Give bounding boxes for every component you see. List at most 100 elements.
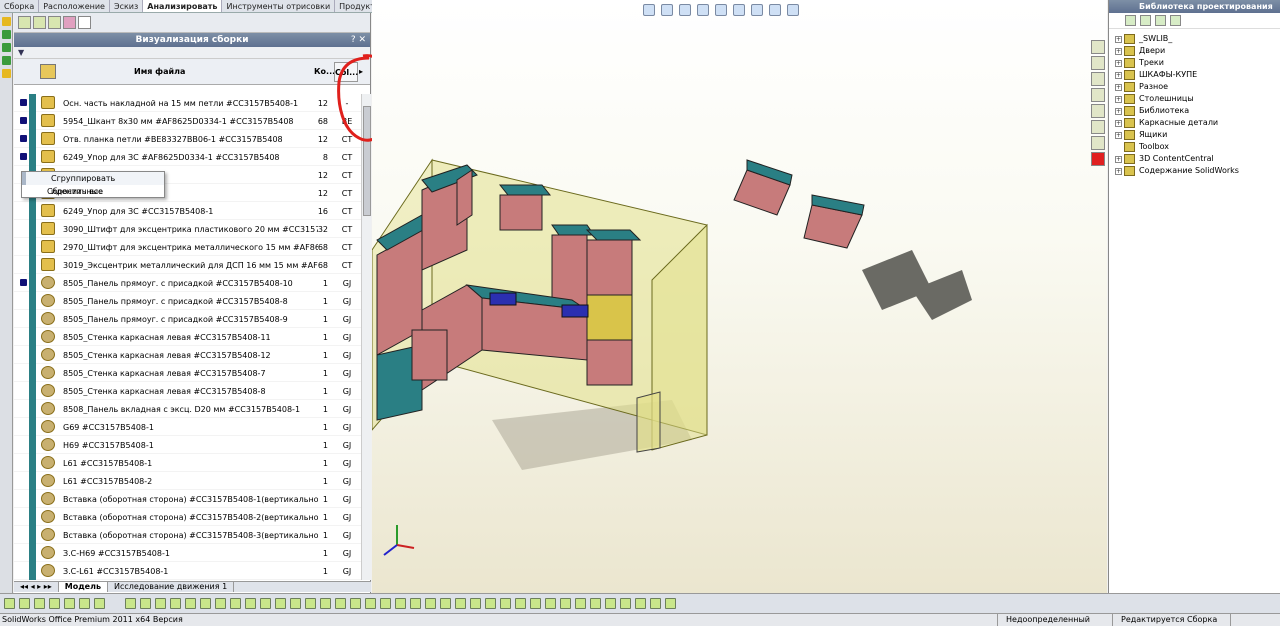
library-tree-item[interactable]: + _SWLIB_: [1109, 33, 1280, 45]
appearance-icon[interactable]: [769, 4, 781, 16]
command-icon[interactable]: [290, 598, 301, 609]
table-row[interactable]: 3019_Эксцентрик металлический для ДСП 16…: [14, 256, 361, 274]
visualization-icon[interactable]: [78, 16, 91, 29]
zoom-to-fit-icon[interactable]: [643, 4, 655, 16]
menu-item-group-identical[interactable]: Сгруппировать идентичные: [22, 172, 164, 196]
display-icon[interactable]: [63, 16, 76, 29]
command-icon[interactable]: [275, 598, 286, 609]
command-icon[interactable]: [590, 598, 601, 609]
library-tree-item[interactable]: + Двери: [1109, 45, 1280, 57]
table-row[interactable]: 2970_Штифт для эксцентрика металлическог…: [14, 238, 361, 256]
library-tree-item[interactable]: +3D ContentCentral: [1109, 153, 1280, 165]
command-icon[interactable]: [440, 598, 451, 609]
config-icon[interactable]: [48, 16, 61, 29]
assembly-icon[interactable]: [40, 64, 56, 79]
command-icon[interactable]: [230, 598, 241, 609]
scene-icon[interactable]: [787, 4, 799, 16]
command-icon[interactable]: [305, 598, 316, 609]
command-icon[interactable]: [470, 598, 481, 609]
command-icon[interactable]: [64, 598, 75, 609]
command-icon[interactable]: [4, 598, 15, 609]
library-icon[interactable]: [1091, 56, 1105, 70]
table-row[interactable]: L61 #CC3157B5408-2 1 GJ: [14, 472, 361, 490]
table-row[interactable]: 3090_Штифт для эксцентрика пластикового …: [14, 220, 361, 238]
table-row[interactable]: 8505_Стенка каркасная левая #CC3157B5408…: [14, 382, 361, 400]
expand-icon[interactable]: +: [1115, 156, 1122, 163]
expand-icon[interactable]: +: [1115, 120, 1122, 127]
command-icon[interactable]: [620, 598, 631, 609]
command-icon[interactable]: [395, 598, 406, 609]
library-tree-item[interactable]: + Ящики: [1109, 129, 1280, 141]
home-icon[interactable]: [1091, 40, 1105, 54]
command-icon[interactable]: [170, 598, 181, 609]
command-icon[interactable]: [155, 598, 166, 609]
command-icon[interactable]: [185, 598, 196, 609]
section-view-icon[interactable]: [697, 4, 709, 16]
command-icon[interactable]: [49, 598, 60, 609]
expand-icon[interactable]: +: [1115, 60, 1122, 67]
table-row[interactable]: Вставка (оборотная сторона) #CC3157B5408…: [14, 526, 361, 544]
status-help-icon[interactable]: [1230, 614, 1280, 626]
expand-icon[interactable]: +: [1115, 108, 1122, 115]
command-icon[interactable]: [605, 598, 616, 609]
command-icon[interactable]: [410, 598, 421, 609]
table-row[interactable]: 8505_Панель прямоуг. с присадкой #CC3157…: [14, 310, 361, 328]
tool-icon[interactable]: [2, 17, 11, 26]
table-row[interactable]: Вставка (оборотная сторона) #CC3157B5408…: [14, 508, 361, 526]
table-row[interactable]: 8505_Стенка каркасная левая #CC3157B5408…: [14, 346, 361, 364]
table-row[interactable]: З.С-L61 #CC3157B5408-1 1 GJ: [14, 562, 361, 580]
library-tree-item[interactable]: + Библиотека: [1109, 105, 1280, 117]
create-folder-icon[interactable]: [1140, 15, 1151, 26]
view-orientation-icon[interactable]: [715, 4, 727, 16]
command-icon[interactable]: [140, 598, 151, 609]
table-row[interactable]: Отв. планка петли #BE83327BB06-1 #CC3157…: [14, 130, 361, 148]
tool-icon[interactable]: [2, 56, 11, 65]
table-row[interactable]: 8505_Стенка каркасная левая #CC3157B5408…: [14, 364, 361, 382]
table-row[interactable]: 8505_Стенка каркасная левая #CC3157B5408…: [14, 328, 361, 346]
table-row[interactable]: 6249_Упор для ЗС #CC3157B5408-1 16 CT: [14, 202, 361, 220]
filter-row[interactable]: ▼: [14, 47, 370, 59]
expand-icon[interactable]: +: [1115, 132, 1122, 139]
command-icon[interactable]: [94, 598, 105, 609]
command-icon[interactable]: [530, 598, 541, 609]
expand-icon[interactable]: +: [1115, 36, 1122, 43]
expand-icon[interactable]: +: [1115, 72, 1122, 79]
command-icon[interactable]: [79, 598, 90, 609]
command-icon[interactable]: [19, 598, 30, 609]
menu-tab[interactable]: Сборка: [0, 0, 40, 12]
graphics-viewport[interactable]: [372, 0, 1107, 593]
zoom-area-icon[interactable]: [661, 4, 673, 16]
previous-view-icon[interactable]: [679, 4, 691, 16]
command-icon[interactable]: [260, 598, 271, 609]
table-row[interactable]: 6249_Упор для ЗС #AF8625D0334-1 #CC3157B…: [14, 148, 361, 166]
table-row[interactable]: 8508_Панель вкладная с эксц. D20 мм #CC3…: [14, 400, 361, 418]
table-row[interactable]: 5954_Шкант 8х30 мм #AF8625D0334-1 #CC315…: [14, 112, 361, 130]
expand-icon[interactable]: +: [1115, 84, 1122, 91]
library-tree-item[interactable]: + Каркасные детали: [1109, 117, 1280, 129]
tool-icon[interactable]: [2, 69, 11, 78]
hide-show-icon[interactable]: [751, 4, 763, 16]
command-icon[interactable]: [365, 598, 376, 609]
tool-icon[interactable]: [2, 43, 11, 52]
tool-icon[interactable]: [2, 30, 11, 39]
document-icon[interactable]: [1091, 136, 1105, 150]
panel-controls[interactable]: ? ✕: [351, 33, 366, 47]
command-icon[interactable]: [560, 598, 571, 609]
library-tree-item[interactable]: Toolbox: [1109, 141, 1280, 153]
command-icon[interactable]: [665, 598, 676, 609]
table-row[interactable]: Осн. часть накладной на 15 мм петли #CC3…: [14, 94, 361, 112]
appearances-icon[interactable]: [1091, 104, 1105, 118]
table-row[interactable]: 8505_Панель прямоуг. с присадкой #CC3157…: [14, 274, 361, 292]
custom-properties-icon[interactable]: [1091, 120, 1105, 134]
library-tree-item[interactable]: + Треки: [1109, 57, 1280, 69]
command-icon[interactable]: [650, 598, 661, 609]
table-row[interactable]: З.С-H69 #CC3157B5408-1 1 GJ: [14, 544, 361, 562]
expand-icon[interactable]: +: [1115, 168, 1122, 175]
command-icon[interactable]: [425, 598, 436, 609]
command-icon[interactable]: [34, 598, 45, 609]
menu-tab[interactable]: Анализировать: [143, 0, 223, 12]
command-icon[interactable]: [545, 598, 556, 609]
command-icon[interactable]: [350, 598, 361, 609]
table-row[interactable]: Вставка (оборотная сторона) #CC3157B5408…: [14, 490, 361, 508]
menu-tab[interactable]: Расположение: [39, 0, 110, 12]
